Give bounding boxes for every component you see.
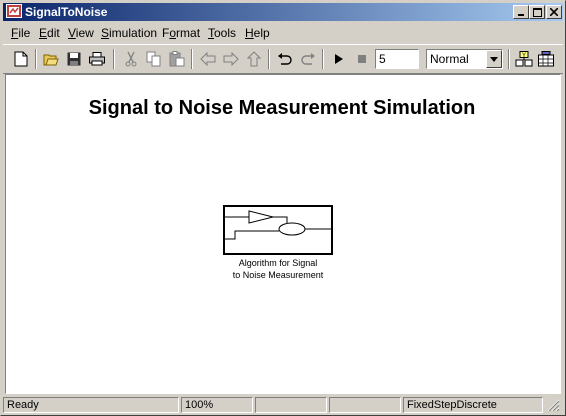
maximize-button[interactable] bbox=[529, 5, 545, 19]
status-zoom: 100% bbox=[181, 397, 253, 413]
menu-help[interactable]: Help bbox=[245, 26, 270, 40]
title-bar[interactable]: SignalToNoise bbox=[3, 3, 563, 21]
menu-view-post: iew bbox=[75, 26, 94, 40]
menu-format[interactable]: Format bbox=[162, 26, 200, 40]
simulation-mode-select[interactable]: Normal bbox=[426, 49, 503, 69]
resize-grip-icon bbox=[547, 399, 560, 412]
library-browser-button[interactable]: Y bbox=[514, 49, 534, 69]
model-browser-icon bbox=[538, 51, 554, 67]
stop-time-input[interactable]: 5 bbox=[375, 49, 419, 69]
toolbar-separator bbox=[322, 49, 324, 69]
menu-file[interactable]: File bbox=[11, 26, 30, 40]
floppy-disk-icon bbox=[67, 52, 81, 66]
block-label-line-1: Algorithm for Signal bbox=[238, 258, 318, 268]
window-title: SignalToNoise bbox=[25, 5, 108, 19]
open-button[interactable] bbox=[41, 49, 61, 69]
arrow-right-icon bbox=[223, 52, 239, 66]
stop-icon bbox=[358, 55, 366, 63]
undo-button[interactable] bbox=[275, 49, 295, 69]
toolbar-separator bbox=[35, 49, 37, 69]
model-browser-button[interactable] bbox=[536, 49, 556, 69]
minimize-icon bbox=[518, 14, 524, 16]
algorithm-subsystem-block[interactable] bbox=[223, 205, 333, 255]
simulation-mode-value: Normal bbox=[430, 52, 469, 66]
mode-dropdown-arrow[interactable] bbox=[486, 50, 502, 68]
toolbar-separator bbox=[268, 49, 270, 69]
menu-format-post: rmat bbox=[176, 26, 201, 40]
up-button[interactable] bbox=[244, 49, 264, 69]
simulink-app-icon bbox=[6, 4, 22, 21]
scissors-icon bbox=[125, 51, 137, 67]
new-model-button[interactable] bbox=[11, 49, 31, 69]
copy-icon bbox=[146, 51, 161, 67]
stop-simulation-button[interactable] bbox=[352, 49, 372, 69]
menu-file-post: ile bbox=[18, 26, 31, 40]
minimize-button[interactable] bbox=[513, 5, 529, 19]
open-folder-icon bbox=[43, 54, 59, 66]
play-icon bbox=[335, 54, 343, 64]
copy-button[interactable] bbox=[144, 49, 164, 69]
menu-simulation[interactable]: Simulation bbox=[101, 26, 157, 40]
toolbar-separator bbox=[113, 49, 115, 69]
redo-icon bbox=[301, 53, 315, 65]
arrow-up-icon bbox=[247, 51, 261, 67]
status-bar: Ready 100% FixedStepDiscrete bbox=[3, 396, 563, 415]
printer-icon bbox=[89, 52, 105, 66]
library-browser-icon: Y bbox=[515, 51, 533, 67]
back-button[interactable] bbox=[198, 49, 218, 69]
subsystem-diagram-icon bbox=[225, 210, 331, 240]
menu-simulation-accel: S bbox=[101, 26, 110, 40]
status-empty-1 bbox=[255, 397, 327, 413]
status-state: Ready bbox=[3, 397, 179, 413]
cut-button[interactable] bbox=[121, 49, 141, 69]
menu-edit[interactable]: Edit bbox=[39, 26, 60, 40]
menu-help-post: elp bbox=[253, 26, 270, 40]
model-title-annotation[interactable]: Signal to Noise Measurement Simulation bbox=[6, 97, 558, 120]
status-solver: FixedStepDiscrete bbox=[403, 397, 543, 413]
menu-tools-post: ools bbox=[214, 26, 237, 40]
redo-button[interactable] bbox=[298, 49, 318, 69]
arrow-left-icon bbox=[200, 52, 216, 66]
model-canvas[interactable]: Signal to Noise Measurement Simulation A… bbox=[5, 74, 561, 394]
paste-icon bbox=[169, 51, 185, 67]
undo-icon bbox=[278, 53, 292, 65]
menu-help-accel: H bbox=[245, 26, 254, 40]
resize-grip[interactable] bbox=[547, 399, 560, 415]
menu-view[interactable]: View bbox=[68, 26, 94, 40]
simulink-window: SignalToNoise File Edit View Simulation … bbox=[0, 0, 566, 416]
toolbar-separator bbox=[191, 49, 193, 69]
print-button[interactable] bbox=[87, 49, 107, 69]
chevron-down-icon bbox=[490, 56, 498, 62]
paste-button[interactable] bbox=[167, 49, 187, 69]
new-document-icon bbox=[14, 51, 28, 67]
block-label-line-2: to Noise Measurement bbox=[232, 270, 324, 280]
start-simulation-button[interactable] bbox=[329, 49, 349, 69]
close-icon bbox=[550, 8, 558, 16]
close-button[interactable] bbox=[546, 5, 562, 19]
menu-edit-post: dit bbox=[47, 26, 60, 40]
menu-tools[interactable]: Tools bbox=[208, 26, 236, 40]
menu-view-accel: V bbox=[68, 26, 76, 40]
status-empty-2 bbox=[329, 397, 401, 413]
toolbar-separator bbox=[508, 49, 510, 69]
menu-simulation-post: imulation bbox=[109, 26, 158, 40]
subsystem-block-label: Algorithm for Signal to Noise Measuremen… bbox=[198, 257, 358, 281]
menu-edit-accel: E bbox=[39, 26, 48, 40]
save-button[interactable] bbox=[64, 49, 84, 69]
toolbar: 5 Normal Y bbox=[3, 44, 563, 74]
maximize-icon bbox=[532, 7, 542, 17]
menu-bar: File Edit View Simulation Format Tools H… bbox=[3, 23, 563, 42]
forward-button[interactable] bbox=[221, 49, 241, 69]
